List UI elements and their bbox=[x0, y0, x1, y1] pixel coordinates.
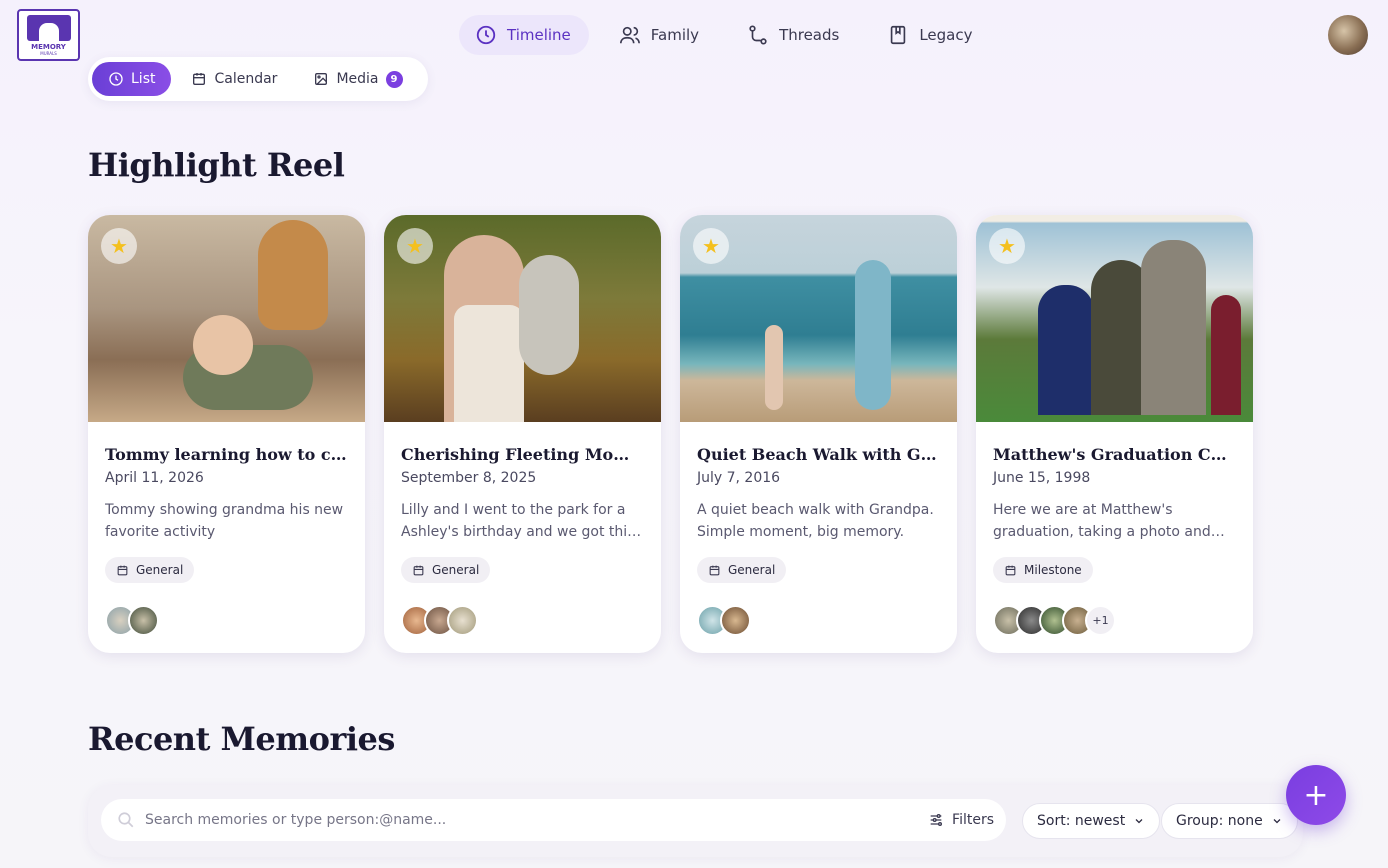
sliders-icon bbox=[930, 814, 943, 826]
star-icon[interactable]: ★ bbox=[101, 228, 137, 264]
chevron-down-icon bbox=[1273, 819, 1281, 824]
highlight-cards: ★ Tommy learning how to crawl April 11, … bbox=[88, 215, 1253, 653]
calendar-icon bbox=[117, 565, 128, 575]
people-avatars bbox=[105, 605, 159, 636]
user-avatar[interactable] bbox=[1328, 15, 1368, 55]
book-icon bbox=[891, 25, 906, 45]
add-memory-button[interactable]: + bbox=[1286, 765, 1346, 825]
tab-family[interactable]: Family bbox=[603, 15, 717, 55]
filters-button[interactable]: Filters bbox=[928, 799, 994, 841]
memory-description: Tommy showing grandma his new favorite a… bbox=[105, 502, 344, 540]
group-label: Group: none bbox=[1176, 813, 1263, 829]
top-nav: Timeline Family Threads Legacy bbox=[459, 15, 991, 55]
tab-label: Timeline bbox=[507, 26, 571, 44]
chevron-down-icon bbox=[1135, 819, 1143, 824]
memory-tag[interactable]: General bbox=[105, 557, 195, 583]
memory-title: Quiet Beach Walk with Grandpa bbox=[697, 445, 940, 464]
memory-tag[interactable]: Milestone bbox=[993, 557, 1093, 583]
search-icon bbox=[118, 812, 134, 828]
memory-photo: ★ bbox=[976, 215, 1253, 422]
memory-card[interactable]: ★ Cherishing Fleeting Moments September … bbox=[384, 215, 661, 653]
tab-label: Threads bbox=[779, 26, 840, 44]
person-avatar[interactable] bbox=[447, 605, 478, 636]
memory-search-bar: Search memories or type person:@name... … bbox=[88, 785, 1303, 857]
person-avatar[interactable] bbox=[720, 605, 751, 636]
tag-label: General bbox=[728, 563, 776, 577]
tab-threads[interactable]: Threads bbox=[731, 15, 857, 55]
filters-label: Filters bbox=[952, 812, 994, 828]
memory-date: September 8, 2025 bbox=[401, 470, 537, 486]
clock-icon bbox=[109, 72, 123, 86]
person-avatar[interactable] bbox=[128, 605, 159, 636]
memory-card[interactable]: ★ Tommy learning how to crawl April 11, … bbox=[88, 215, 365, 653]
tag-label: General bbox=[432, 563, 480, 577]
view-calendar[interactable]: Calendar bbox=[175, 62, 293, 96]
search-input[interactable]: Search memories or type person:@name... … bbox=[101, 799, 1006, 841]
calendar-icon bbox=[1005, 565, 1016, 575]
memory-photo: ★ bbox=[680, 215, 957, 422]
more-people-count[interactable]: +1 bbox=[1085, 605, 1116, 636]
clock-icon bbox=[476, 25, 496, 45]
calendar-icon bbox=[413, 565, 424, 575]
tag-label: General bbox=[136, 563, 184, 577]
logo-mark bbox=[26, 14, 71, 41]
view-label: Calendar bbox=[214, 71, 278, 87]
users-icon bbox=[619, 26, 640, 44]
memory-photo: ★ bbox=[88, 215, 365, 422]
group-dropdown[interactable]: Group: none bbox=[1161, 803, 1298, 839]
tab-timeline[interactable]: Timeline bbox=[459, 15, 589, 55]
calendar-icon bbox=[193, 73, 206, 85]
star-icon[interactable]: ★ bbox=[989, 228, 1025, 264]
memory-description: Here we are at Matthew's graduation, tak… bbox=[993, 502, 1211, 540]
people-avatars bbox=[401, 605, 478, 636]
tab-legacy[interactable]: Legacy bbox=[871, 15, 990, 55]
app-logo[interactable]: MEMORY MURALS bbox=[17, 9, 80, 61]
memory-date: July 7, 2016 bbox=[697, 470, 781, 486]
logo-subtext: MURALS bbox=[40, 50, 57, 56]
calendar-icon bbox=[709, 565, 720, 575]
memory-title: Cherishing Fleeting Moments bbox=[401, 445, 644, 464]
view-switcher: List Calendar Media 9 bbox=[88, 57, 428, 101]
sort-label: Sort: newest bbox=[1037, 813, 1126, 829]
sort-dropdown[interactable]: Sort: newest bbox=[1022, 803, 1161, 839]
memory-description: A quiet beach walk with Grandpa. Simple … bbox=[697, 502, 934, 540]
memory-date: June 15, 1998 bbox=[993, 470, 1091, 486]
view-label: List bbox=[131, 71, 156, 87]
star-icon[interactable]: ★ bbox=[693, 228, 729, 264]
memory-tag[interactable]: General bbox=[401, 557, 491, 583]
section-title-recent: Recent Memories bbox=[88, 720, 395, 758]
section-title-highlight: Highlight Reel bbox=[88, 146, 345, 184]
memory-title: Matthew's Graduation Celebration bbox=[993, 445, 1236, 464]
memory-card[interactable]: ★ Matthew's Graduation Celebration June … bbox=[976, 215, 1253, 653]
view-media[interactable]: Media 9 bbox=[297, 62, 418, 96]
image-icon bbox=[315, 73, 328, 85]
people-avatars bbox=[697, 605, 751, 636]
memory-description: Lilly and I went to the park for a Ashle… bbox=[401, 502, 635, 540]
memory-title: Tommy learning how to crawl bbox=[105, 445, 348, 464]
view-label: Media bbox=[336, 71, 379, 87]
tab-label: Family bbox=[650, 26, 700, 44]
route-icon bbox=[749, 25, 767, 45]
logo-text: MEMORY bbox=[31, 42, 66, 51]
people-avatars: +1 bbox=[993, 605, 1116, 636]
search-placeholder: Search memories or type person:@name... bbox=[145, 812, 447, 828]
tag-label: Milestone bbox=[1024, 563, 1082, 577]
media-count-badge: 9 bbox=[385, 70, 403, 88]
memory-photo: ★ bbox=[384, 215, 661, 422]
memory-card[interactable]: ★ Quiet Beach Walk with Grandpa July 7, … bbox=[680, 215, 957, 653]
tab-label: Legacy bbox=[919, 26, 973, 44]
memory-tag[interactable]: General bbox=[697, 557, 787, 583]
memory-date: April 11, 2026 bbox=[105, 470, 204, 486]
star-icon[interactable]: ★ bbox=[397, 228, 433, 264]
view-list[interactable]: List bbox=[92, 62, 172, 96]
